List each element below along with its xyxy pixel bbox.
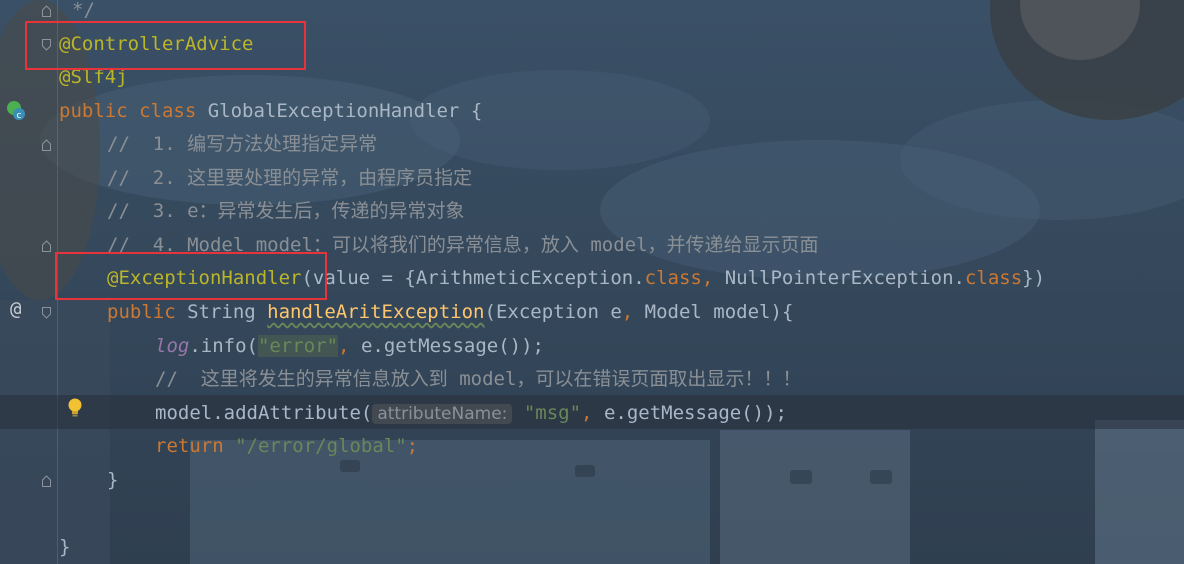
code-token: .info( (189, 334, 258, 357)
svg-text:c: c (17, 111, 22, 121)
highlight-box-controller-advice (25, 21, 306, 70)
code-token: // 2. 这里要处理的异常，由程序员指定 (107, 166, 473, 189)
class-implementation-icon[interactable]: c (4, 99, 28, 123)
lightbulb-icon[interactable] (66, 397, 84, 419)
highlight-box-exception-handler (55, 252, 327, 300)
code-token: (Exception e (484, 300, 622, 323)
code-token: // 3. e：异常发生后，传递的异常对象 (107, 200, 465, 223)
fold-marker-icon[interactable] (42, 5, 51, 17)
code-line[interactable]: } (0, 531, 1184, 564)
code-token: } (59, 535, 71, 558)
code-token: , (338, 334, 361, 357)
code-line[interactable] (0, 497, 1184, 531)
fold-marker-icon[interactable] (42, 139, 51, 152)
code-line[interactable]: // 这里将发生的异常信息放入到 model，可以在错误页面取出显示！！！ (0, 363, 1184, 397)
code-line-text[interactable]: public class GlobalExceptionHandler { (59, 95, 482, 128)
code-token: log (155, 334, 190, 357)
code-token: Model model){ (644, 300, 794, 323)
fold-marker-icon[interactable] (42, 240, 51, 252)
code-token: } (107, 468, 119, 491)
code-token: public (59, 99, 140, 122)
code-token: "error" (257, 334, 339, 357)
code-token: }) (1022, 267, 1046, 290)
code-line[interactable]: return "/error/global"; (0, 430, 1184, 464)
code-token: , (621, 300, 645, 323)
code-line[interactable]: } (0, 464, 1184, 498)
code-line-text[interactable]: // 这里将发生的异常信息放入到 model，可以在错误页面取出显示！！！ (155, 363, 801, 396)
code-line-text[interactable]: } (107, 464, 118, 497)
code-token: class (964, 267, 1023, 290)
code-line[interactable]: log.info("error", e.getMessage()); (0, 330, 1184, 364)
fold-marker-icon[interactable] (42, 38, 51, 51)
code-line[interactable]: // 3. e：异常发生后，传递的异常对象 (0, 195, 1184, 229)
code-token: e.getMessage()); (603, 401, 787, 424)
code-token: , (701, 267, 725, 290)
code-token: class (644, 267, 702, 290)
code-token: "/error/global" (235, 435, 407, 458)
code-line-text[interactable]: // 2. 这里要处理的异常，由程序员指定 (107, 162, 472, 195)
code-token: "msg" (523, 401, 582, 424)
code-token: */ (72, 0, 95, 21)
code-token: (value = {ArithmeticException. (301, 267, 645, 290)
code-token: // 1. 编写方法处理指定异常 (107, 133, 378, 156)
parameter-hint: attributeName: (372, 403, 513, 424)
code-token: return (155, 435, 236, 458)
code-token: public (107, 300, 188, 323)
code-token: ; (406, 435, 419, 458)
code-line-text[interactable]: return "/error/global"; (155, 430, 418, 463)
code-line-text[interactable]: // 1. 编写方法处理指定异常 (107, 128, 377, 161)
code-line[interactable]: public class GlobalExceptionHandler { (0, 95, 1184, 129)
code-line-text[interactable]: public String handleAritException(Except… (107, 296, 793, 329)
code-line-text[interactable]: } (59, 531, 70, 564)
code-token: , (581, 401, 604, 424)
code-line[interactable]: // 1. 编写方法处理指定异常 (0, 128, 1184, 162)
override-at-icon[interactable]: @ (10, 298, 21, 320)
code-token: class (139, 99, 208, 122)
code-token: model.addAttribute( (155, 401, 373, 424)
code-token: String (187, 300, 268, 323)
code-line[interactable]: public String handleAritException(Except… (0, 296, 1184, 330)
code-token: e.getMessage()); (360, 334, 544, 357)
code-token: GlobalExceptionHandler { (207, 99, 483, 122)
code-line-text[interactable]: model.addAttribute(attributeName: "msg",… (155, 397, 787, 431)
code-editor[interactable]: */@ControllerAdvice @Slf4j public class Gl… (0, 0, 1184, 564)
code-token: // 这里将发生的异常信息放入到 model，可以在错误页面取出显示！！！ (155, 368, 802, 391)
fold-marker-icon[interactable] (42, 306, 51, 319)
code-token: NullPointerException. (724, 267, 965, 290)
code-line-text[interactable]: log.info("error", e.getMessage()); (155, 330, 544, 363)
fold-marker-icon[interactable] (42, 474, 51, 487)
code-line[interactable]: // 2. 这里要处理的异常，由程序员指定 (0, 162, 1184, 196)
code-line-text[interactable]: // 3. e：异常发生后，传递的异常对象 (107, 195, 465, 228)
code-line[interactable]: model.addAttribute(attributeName: "msg",… (0, 397, 1184, 431)
code-token: handleAritException (267, 300, 485, 323)
